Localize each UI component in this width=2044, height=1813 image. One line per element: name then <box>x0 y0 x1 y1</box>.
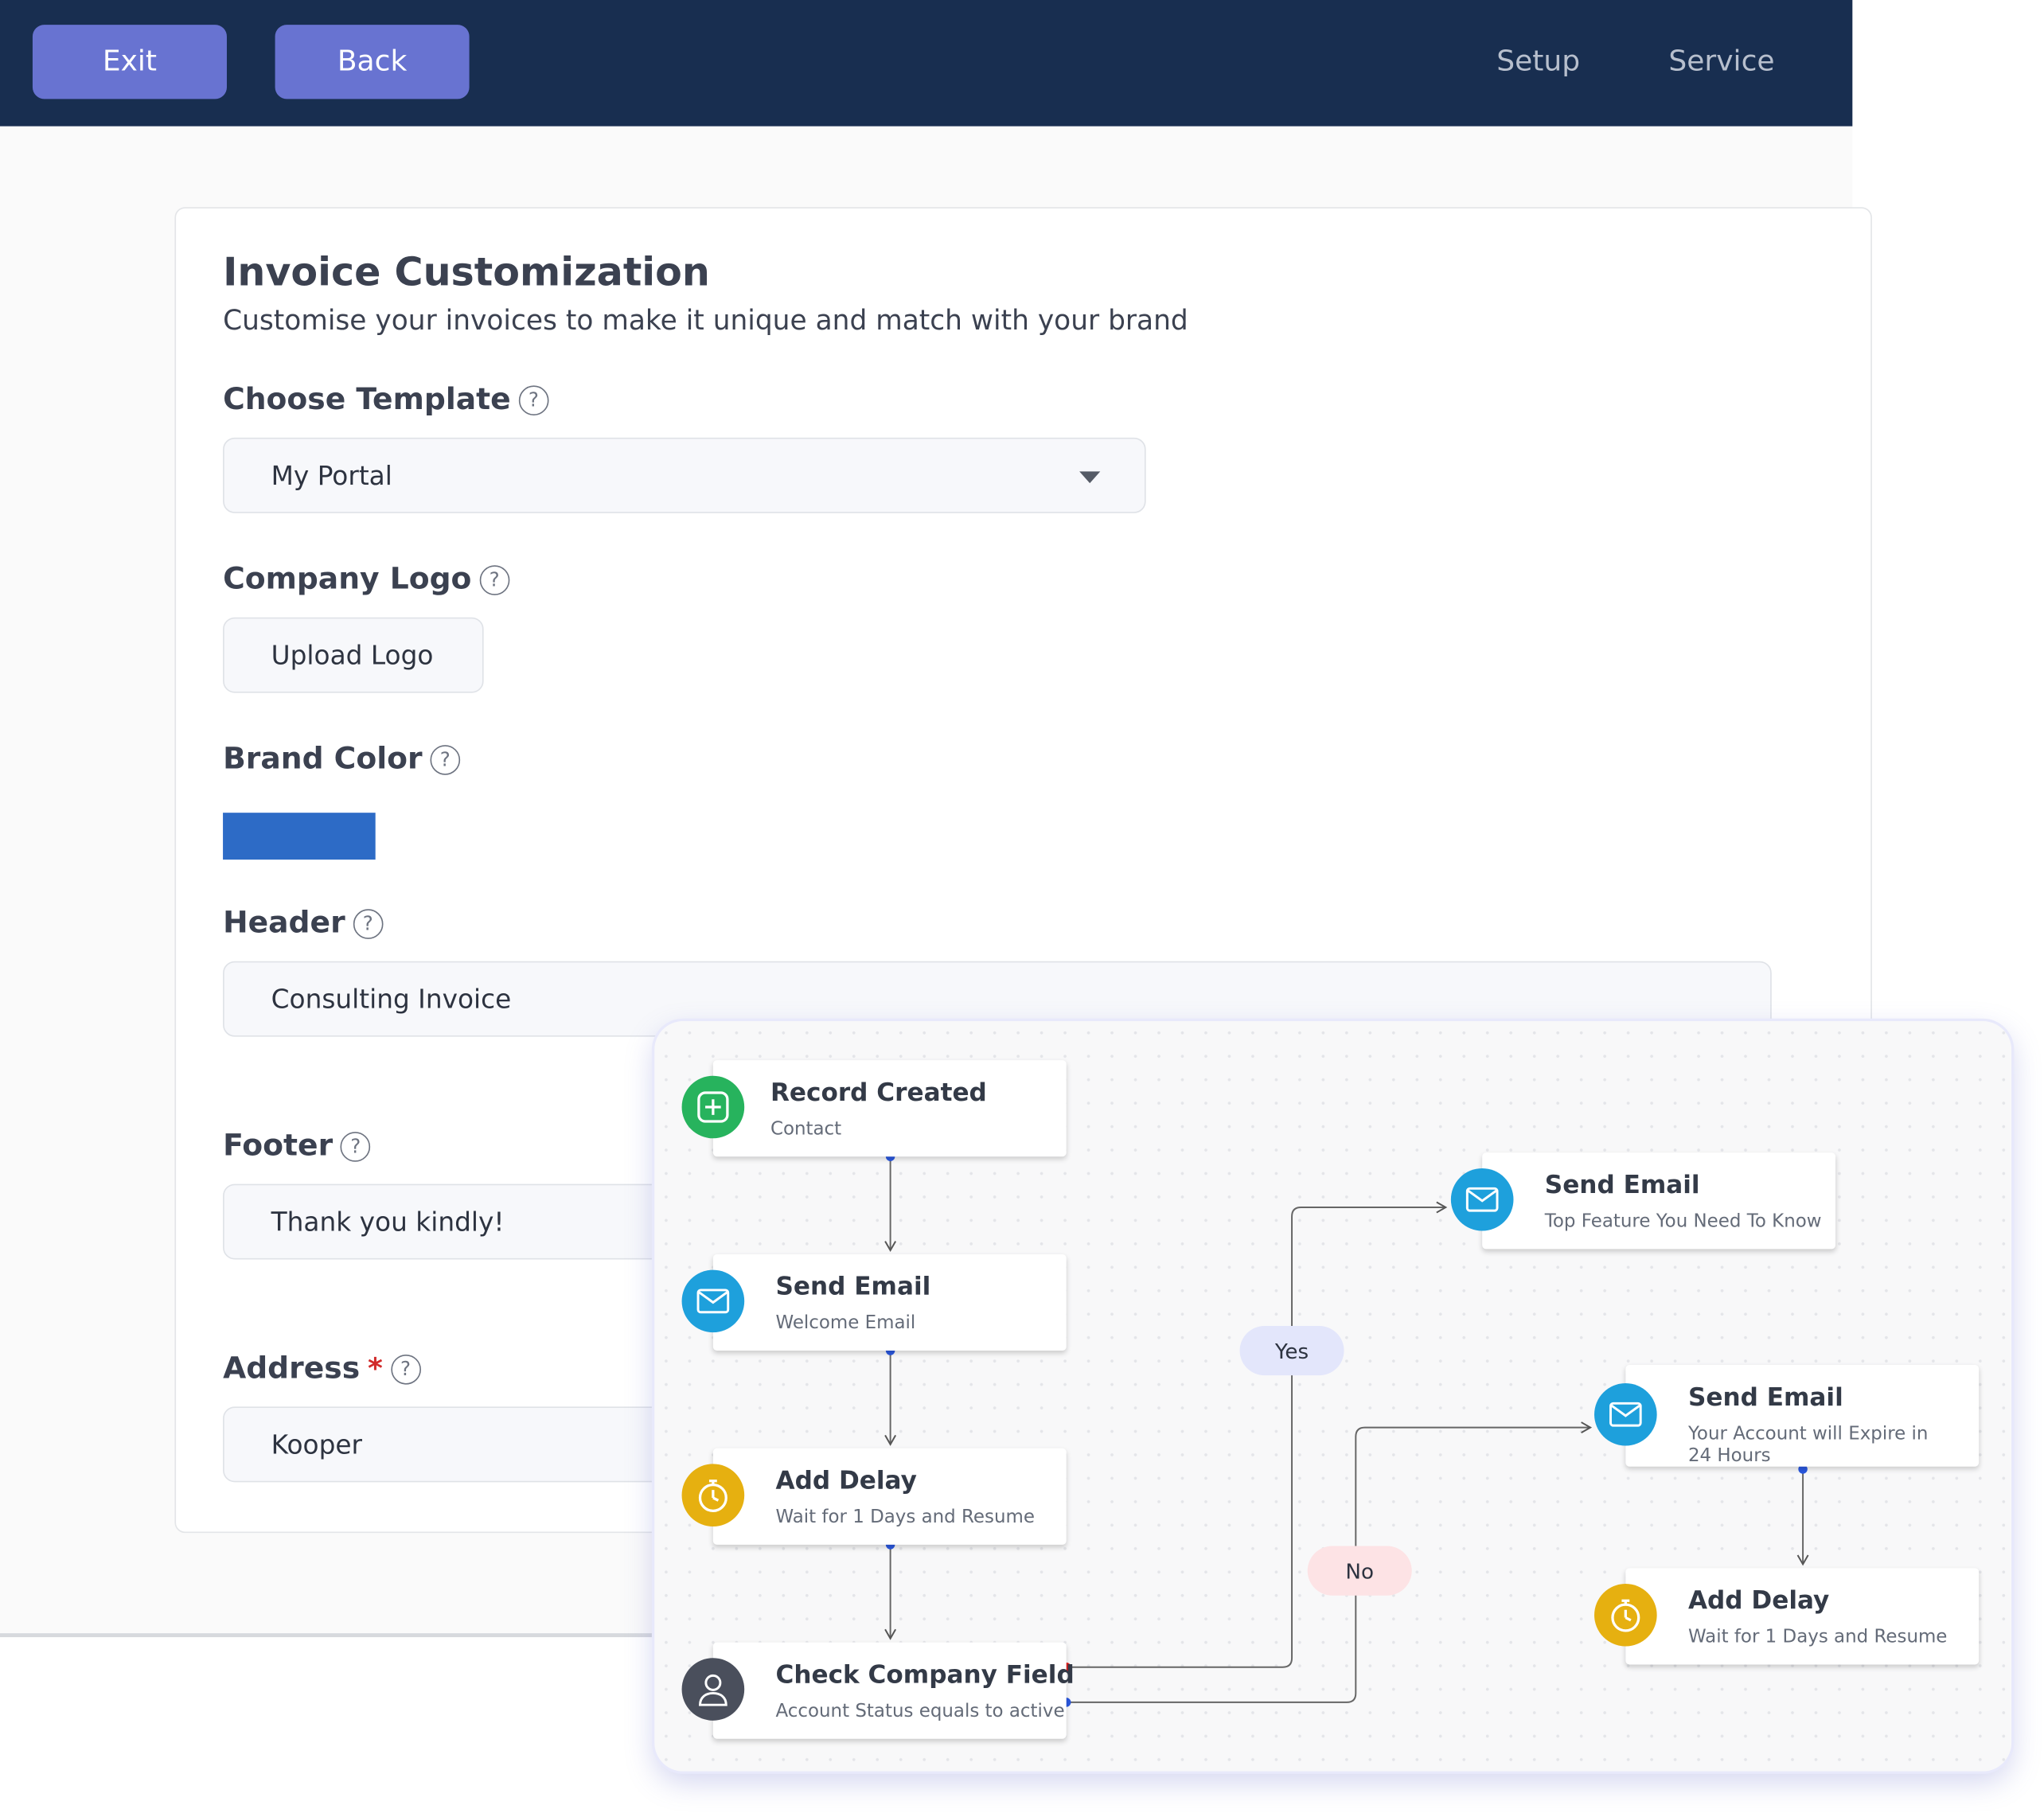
address-input-value: Kooper <box>271 1429 363 1460</box>
node-subtitle: Account Status equals to active <box>775 1701 1065 1722</box>
template-label-text: Choose Template <box>223 383 511 417</box>
footer-label: Footer ? <box>223 1129 371 1164</box>
yes-branch-label[interactable]: Yes <box>1239 1325 1344 1376</box>
workflow-node-send-email[interactable]: Send Email Top Feature You Need To Know <box>1482 1152 1836 1250</box>
template-select-value: My Portal <box>271 459 392 491</box>
node-subtitle: Wait for 1 Days and Resume <box>1687 1626 1948 1648</box>
address-label: Address * ? <box>223 1351 421 1386</box>
brand-color-label: Brand Color ? <box>223 742 461 777</box>
logo-label: Company Logo ? <box>223 563 509 597</box>
node-subtitle: Contact <box>770 1118 842 1140</box>
brand-color-label-text: Brand Color <box>223 742 423 777</box>
help-icon[interactable]: ? <box>353 908 384 939</box>
header-label: Header ? <box>223 907 384 941</box>
node-title: Add Delay <box>1687 1586 1830 1616</box>
no-branch-label[interactable]: No <box>1307 1546 1412 1596</box>
header-label-text: Header <box>223 907 345 941</box>
node-title: Send Email <box>775 1272 931 1301</box>
upload-logo-label: Upload Logo <box>271 639 434 671</box>
address-label-text: Address <box>223 1351 361 1386</box>
footer-label-text: Footer <box>223 1129 334 1164</box>
help-icon[interactable]: ? <box>479 564 509 595</box>
required-marker: * <box>367 1352 383 1386</box>
workflow-node-send-email[interactable]: Send Email Your Account will Expire in 2… <box>1625 1365 1980 1467</box>
node-title: Send Email <box>1544 1171 1700 1200</box>
stopwatch-icon <box>681 1464 745 1526</box>
back-button[interactable]: Back <box>275 25 470 99</box>
template-label: Choose Template ? <box>223 383 549 417</box>
node-subtitle: Top Feature You Need To Know <box>1544 1211 1822 1233</box>
workflow-node-check-company-field[interactable]: Check Company Field Account Status equal… <box>712 1642 1075 1739</box>
workflow-canvas[interactable]: Yes No Record Created Contact Send Email… <box>654 1021 2012 1772</box>
brand-color-swatch[interactable] <box>223 813 376 860</box>
nav-setup-link[interactable]: Setup <box>1496 45 1580 78</box>
help-icon[interactable]: ? <box>518 384 549 415</box>
header-input-value: Consulting Invoice <box>271 983 512 1015</box>
page-title: Invoice Customization <box>223 250 710 296</box>
screen: Exit Back Setup Service Invoice Customiz… <box>0 0 2044 1813</box>
nav-service-link[interactable]: Service <box>1668 45 1774 78</box>
plus-square-icon <box>681 1075 745 1139</box>
workflow-node-record-created[interactable]: Record Created Contact <box>712 1060 1067 1157</box>
footer-input-value: Thank you kindly! <box>271 1206 505 1238</box>
yes-branch-line <box>1066 1201 1448 1668</box>
node-title: Check Company Field <box>775 1660 1075 1690</box>
workflow-node-send-email[interactable]: Send Email Welcome Email <box>712 1254 1067 1351</box>
logo-label-text: Company Logo <box>223 562 472 597</box>
envelope-icon <box>1594 1382 1657 1446</box>
node-subtitle: Wait for 1 Days and Resume <box>775 1507 1035 1528</box>
stopwatch-icon <box>1594 1583 1657 1647</box>
node-title: Record Created <box>770 1078 987 1108</box>
envelope-icon <box>1450 1168 1514 1231</box>
top-bar: Exit Back Setup Service <box>0 0 1853 127</box>
chevron-down-icon <box>1079 471 1101 484</box>
help-icon[interactable]: ? <box>390 1354 421 1384</box>
person-icon <box>681 1658 745 1721</box>
node-title: Send Email <box>1687 1382 1843 1412</box>
workflow-node-add-delay[interactable]: Add Delay Wait for 1 Days and Resume <box>1625 1568 1980 1665</box>
node-title: Add Delay <box>775 1466 917 1495</box>
upload-logo-button[interactable]: Upload Logo <box>223 617 484 693</box>
node-subtitle: Your Account will Expire in 24 Hours <box>1687 1423 1929 1467</box>
workflow-node-add-delay[interactable]: Add Delay Wait for 1 Days and Resume <box>712 1448 1067 1545</box>
exit-button[interactable]: Exit <box>32 25 227 99</box>
help-icon[interactable]: ? <box>430 744 461 774</box>
node-subtitle: Welcome Email <box>775 1312 916 1334</box>
envelope-icon <box>681 1269 745 1333</box>
template-select[interactable]: My Portal <box>223 437 1146 513</box>
page-subtitle: Customise your invoices to make it uniqu… <box>223 304 1188 337</box>
help-icon[interactable]: ? <box>341 1131 371 1161</box>
